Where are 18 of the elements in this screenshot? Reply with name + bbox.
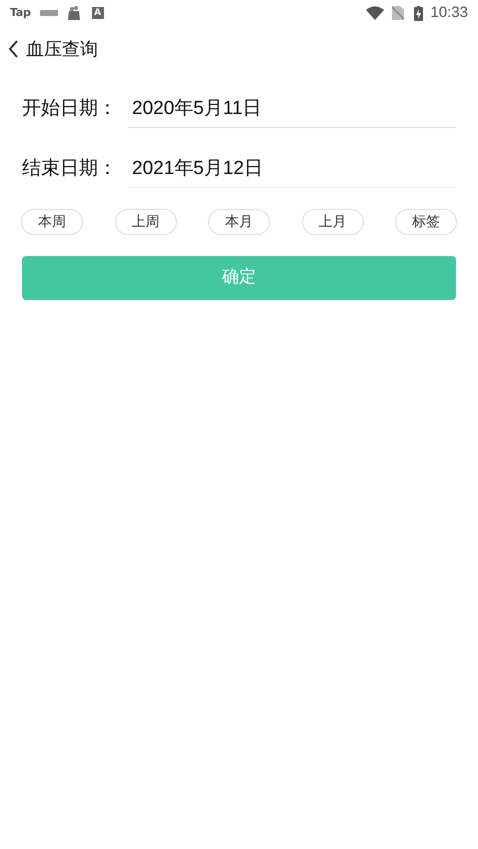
range-chip[interactable]: 上月 <box>302 209 364 235</box>
range-chip[interactable]: 上周 <box>114 209 176 235</box>
no-sim-icon <box>392 6 404 20</box>
back-button[interactable] <box>8 39 20 59</box>
battery-icon <box>414 6 424 20</box>
range-chip[interactable]: 标签 <box>395 209 457 235</box>
range-chip[interactable]: 本周 <box>21 209 83 235</box>
range-chip[interactable]: 本月 <box>208 209 270 235</box>
clock-time: 10:33 <box>430 2 468 23</box>
date-field[interactable]: 2021年5月12日 <box>128 152 456 188</box>
date-label: 开始日期： <box>22 96 118 120</box>
store-badge-icon: A <box>92 7 104 19</box>
bag-icon <box>66 5 82 21</box>
date-field[interactable]: 2020年5月11日 <box>128 92 456 128</box>
wifi-icon <box>366 6 384 20</box>
app-label: Tap <box>10 4 31 21</box>
page-title: 血压查询 <box>26 38 98 62</box>
date-label: 结束日期： <box>22 156 118 180</box>
